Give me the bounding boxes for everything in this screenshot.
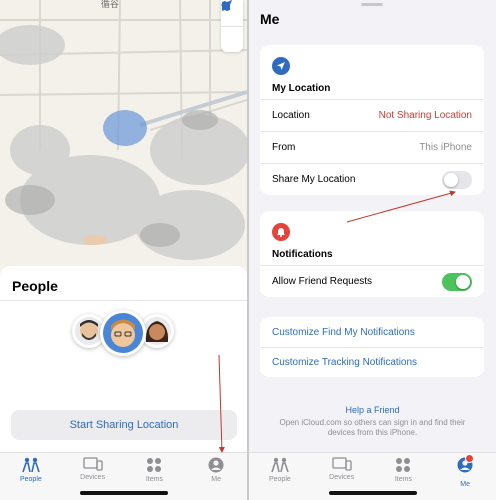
devices-icon: [331, 457, 352, 471]
tab-me[interactable]: Me: [434, 453, 496, 500]
customize-tracking-notifications-link[interactable]: Customize Tracking Notifications: [260, 347, 484, 377]
people-icon: [271, 457, 289, 473]
row-label: Share My Location: [272, 174, 356, 185]
me-tab-icon-wrap: [457, 454, 475, 478]
location-arrow-icon: [272, 57, 290, 75]
section-heading: My Location: [272, 83, 331, 94]
my-location-header: My Location: [260, 45, 484, 99]
notifications-card: Notifications Allow Friend Requests: [260, 211, 484, 297]
customize-find-my-notifications-link[interactable]: Customize Find My Notifications: [260, 317, 484, 347]
map-roads: [0, 0, 247, 260]
from-device-value: This iPhone: [419, 142, 472, 153]
location-row: Location Not Sharing Location: [260, 99, 484, 131]
notifications-header: Notifications: [260, 211, 484, 265]
memoji-glasses-icon: [103, 313, 143, 353]
page-title: People: [12, 278, 58, 294]
sheet-grabber[interactable]: [361, 3, 383, 6]
row-label: Location: [272, 110, 310, 121]
location-status: Not Sharing Location: [378, 110, 472, 121]
my-location-card: My Location Location Not Sharing Locatio…: [260, 45, 484, 195]
map-place-label: 循谷: [101, 0, 120, 9]
tab-label: Me: [211, 476, 221, 483]
tab-label: Items: [394, 476, 412, 483]
home-indicator: [329, 491, 417, 495]
items-icon: [396, 458, 411, 472]
allow-friend-requests-row: Allow Friend Requests: [260, 265, 484, 297]
memoji-woman-icon: [143, 317, 171, 345]
devices-icon: [82, 457, 103, 471]
allow-friend-requests-toggle[interactable]: [442, 272, 472, 291]
map-view[interactable]: 循谷: [0, 0, 247, 275]
start-sharing-location-button[interactable]: Start Sharing Location: [11, 410, 237, 440]
bell-icon: [272, 223, 290, 241]
notification-links-card: Customize Find My Notifications Customiz…: [260, 317, 484, 377]
page-title: Me: [260, 11, 280, 27]
share-my-location-row: Share My Location: [260, 163, 484, 195]
row-label: From: [272, 142, 296, 153]
locate-me-button[interactable]: [221, 0, 243, 52]
help-section: Help a Friend Open iCloud.com so others …: [249, 405, 496, 438]
person-circle-icon: [208, 457, 224, 473]
help-a-friend-link[interactable]: Help a Friend: [249, 405, 496, 415]
tab-label: People: [268, 476, 291, 483]
divider: [0, 300, 247, 301]
avatar[interactable]: [100, 310, 146, 356]
people-sheet: People Start Sharing Location: [0, 266, 247, 452]
tab-label: Devices: [80, 474, 106, 481]
people-screen: 循谷 People Start Sharing Location People …: [0, 0, 247, 500]
from-row[interactable]: From This iPhone: [260, 131, 484, 163]
tab-label: Devices: [329, 474, 355, 481]
home-indicator: [80, 491, 168, 495]
location-arrow-icon: [221, 0, 232, 11]
help-description: Open iCloud.com so others can sign in an…: [279, 418, 466, 437]
tab-people[interactable]: People: [0, 453, 62, 500]
map-controls: [221, 0, 243, 52]
me-screen: Me My Location Location Not Sharing Loca…: [249, 0, 496, 500]
tab-label: Me: [460, 481, 470, 488]
share-my-location-toggle[interactable]: [442, 170, 472, 189]
tab-me[interactable]: Me: [185, 453, 247, 500]
people-icon: [22, 457, 40, 473]
tab-label: People: [19, 476, 42, 483]
tab-people[interactable]: People: [249, 453, 311, 500]
section-heading: Notifications: [272, 249, 333, 260]
row-label: Allow Friend Requests: [272, 276, 373, 287]
tab-label: Items: [145, 476, 163, 483]
items-icon: [147, 458, 162, 472]
